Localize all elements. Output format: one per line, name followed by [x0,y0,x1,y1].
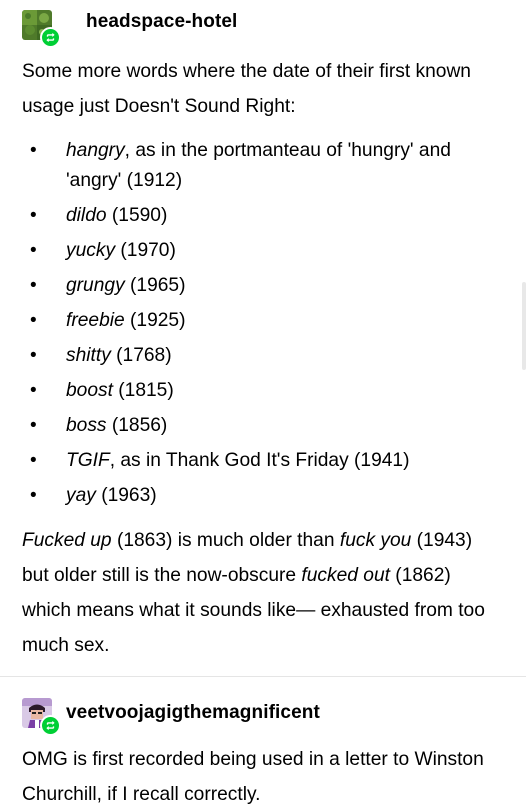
list-item: • shitty (1768) [22,341,506,371]
bullet-icon: • [30,310,37,331]
word-detail: (1965) [124,275,186,296]
reblog-badge [40,715,61,736]
list-item: • yucky (1970) [22,236,506,266]
list-item: • boost (1815) [22,376,506,406]
word-detail: , as in Thank God It's Friday (1941) [109,450,410,471]
word: grungy [66,275,125,296]
list-item: • boss (1856) [22,411,506,441]
word-detail: (1856) [106,415,168,436]
reply-text: OMG is first recorded being used in a le… [22,749,484,805]
list-item: • hangry, as in the portmanteau of 'hungr… [22,136,481,196]
scrollbar[interactable] [522,282,526,370]
list-item: • yay (1963) [22,481,506,511]
phrase: fucked out [301,565,390,586]
post-divider [0,676,526,677]
intro-text: Some more words where the date of their … [22,61,471,117]
post-header: veetvoojagigthemagnificent [22,690,506,736]
word-detail: (1925) [124,310,186,331]
closing-text: Fucked up (1863) is much older than fuck… [22,523,492,663]
word: yay [66,485,96,506]
post-veetvoojagigthemagnificent: veetvoojagigthemagnificent OMG is first … [0,690,526,810]
avatar[interactable] [22,698,61,736]
word-detail: (1768) [110,345,172,366]
word-detail: (1590) [106,205,168,226]
reblog-icon [46,32,55,43]
list-item: • dildo (1590) [22,201,506,231]
word: freebie [66,310,125,331]
bullet-icon: • [30,140,37,161]
phrase: Fucked up [22,530,112,551]
word: TGIF [66,450,110,471]
bullet-icon: • [30,450,37,471]
list-item: • grungy (1965) [22,271,506,301]
list-item: • freebie (1925) [22,306,506,336]
word-list: • hangry, as in the portmanteau of 'hungr… [22,136,506,511]
bullet-icon: • [30,345,37,366]
bullet-icon: • [30,380,37,401]
post-body: OMG is first recorded being used in a le… [22,742,492,810]
bullet-icon: • [30,415,37,436]
username[interactable]: veetvoojagigthemagnificent [66,702,320,724]
word: shitty [66,345,111,366]
word: boss [66,415,107,436]
reblog-icon [46,720,55,731]
word-detail: (1815) [112,380,174,401]
post-header: headspace-hotel [22,0,506,48]
word-detail: (1963) [95,485,157,506]
avatar[interactable] [22,10,61,48]
reblog-badge [40,27,61,48]
post-body: Some more words where the date of their … [22,54,506,124]
phrase: fuck you [339,530,412,551]
bullet-icon: • [30,275,37,296]
username[interactable]: headspace-hotel [86,11,237,33]
closing-text-part: (1863) is much older than [111,530,340,551]
closing-paragraph: Fucked up (1863) is much older than fuck… [22,523,492,663]
word: dildo [66,205,107,226]
post-headspace-hotel: headspace-hotel Some more words where th… [0,0,526,663]
word: yucky [66,240,116,261]
bullet-icon: • [30,205,37,226]
word-detail: (1970) [115,240,176,261]
word: hangry [66,140,125,161]
word-detail: , as in the portmanteau of 'hungry' and … [66,140,451,191]
bullet-icon: • [30,240,37,261]
list-item: • TGIF, as in Thank God It's Friday (1941… [22,446,506,476]
word: boost [66,380,113,401]
bullet-icon: • [30,485,37,506]
